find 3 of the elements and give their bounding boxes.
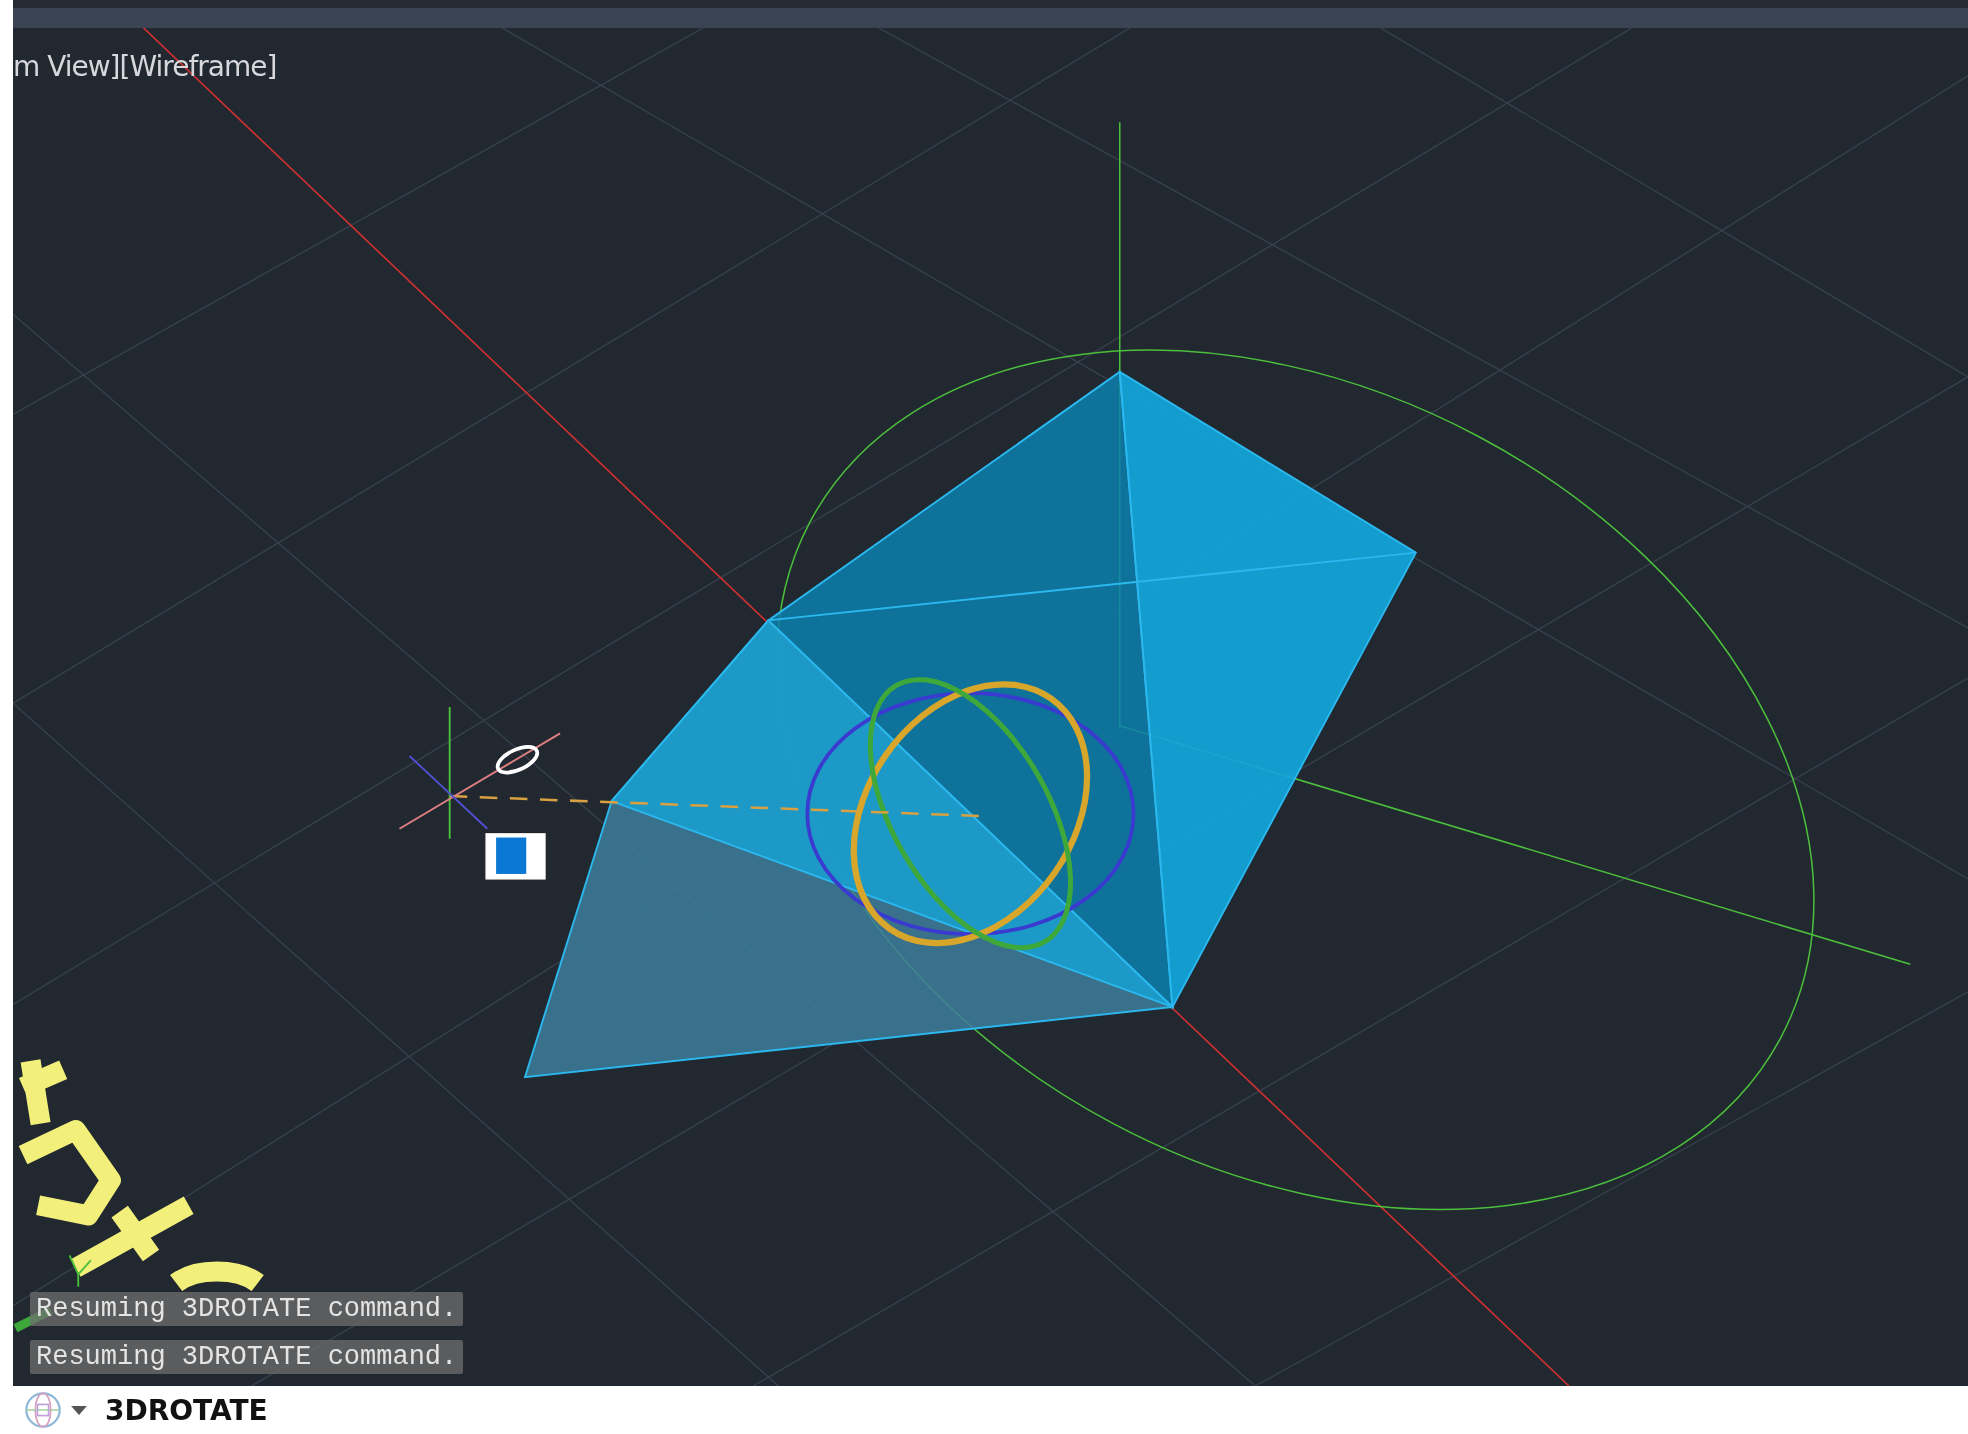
- caret-icon[interactable]: [71, 1405, 87, 1415]
- command-line-field[interactable]: 3DROTATE: [105, 1393, 505, 1427]
- input-tooltip-icon: [484, 831, 547, 881]
